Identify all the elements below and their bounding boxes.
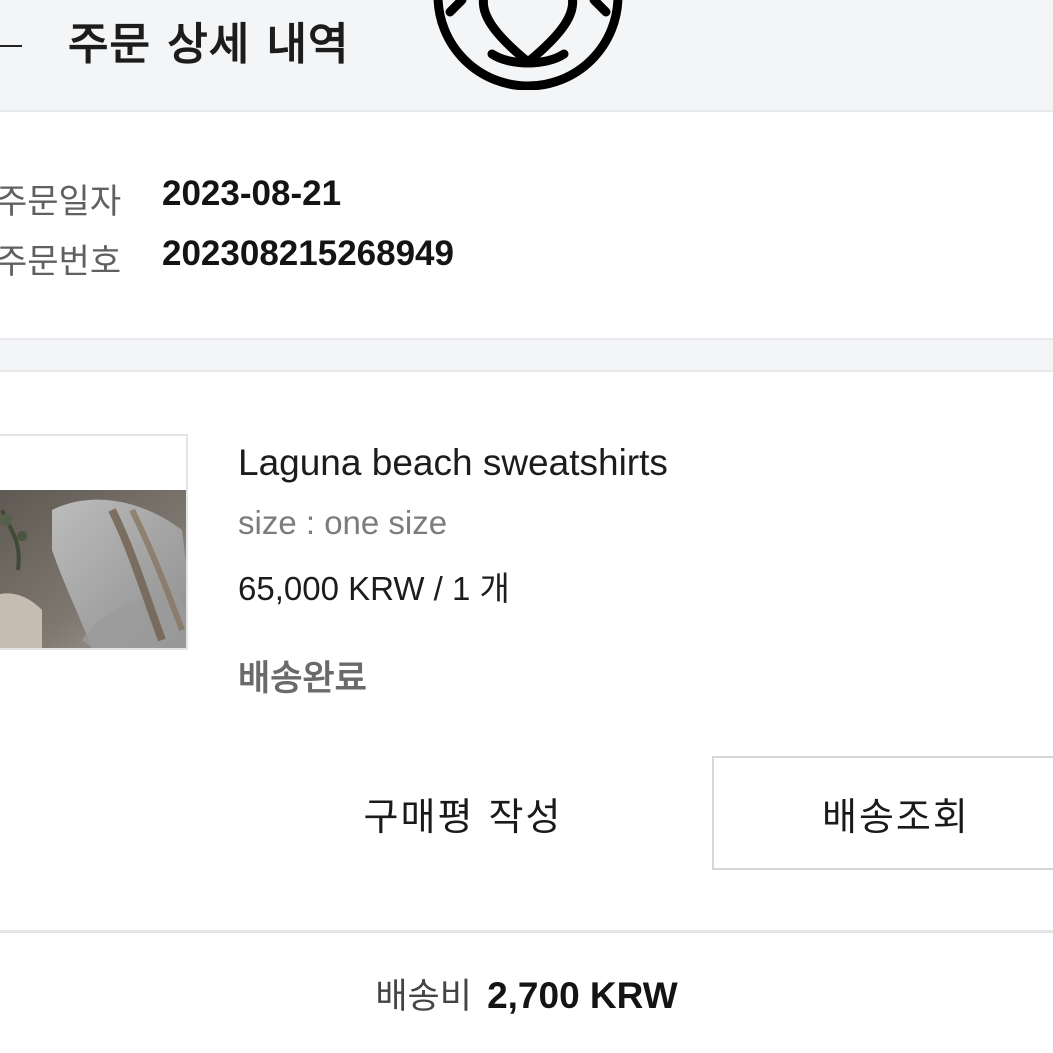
track-delivery-button[interactable]: 배송조회 [712, 756, 1053, 870]
delivery-status-badge: 배송완료 [238, 659, 367, 699]
shipping-fee-value: 2,700 KRW [487, 975, 678, 1016]
circle-heart-logo-icon [433, 0, 623, 90]
shipping-fee-label: 배송비 [375, 977, 472, 1017]
page-title: 주문 상세 내역 [68, 19, 350, 70]
order-number-value: 202308215268949 [162, 234, 454, 273]
order-info-section: 주문일자 2023-08-21 주문번호 202308215268949 [0, 112, 1053, 338]
product-option: size : one size [238, 504, 448, 541]
order-date-label: 주문일자 [0, 182, 122, 222]
bottom-divider [0, 930, 1053, 933]
order-detail-page: 주문 상세 내역 주문일자 2023-08-21 주문번호 2023082152… [0, 0, 1053, 1053]
product-name[interactable]: Laguna beach sweatshirts [238, 442, 668, 484]
section-divider [0, 338, 1053, 372]
order-number-label: 주문번호 [0, 242, 122, 282]
order-date-value: 2023-08-21 [162, 174, 342, 213]
write-review-button[interactable]: 구매평 작성 [318, 758, 608, 868]
product-price: 65,000 KRW / 1 개 [238, 570, 510, 607]
product-photo [0, 490, 186, 648]
header-bar: 주문 상세 내역 [0, 0, 1053, 112]
shipping-fee-row: 배송비 2,700 KRW [0, 968, 1053, 1019]
product-thumbnail[interactable] [0, 434, 188, 650]
arrow-left-icon[interactable] [0, 34, 24, 58]
